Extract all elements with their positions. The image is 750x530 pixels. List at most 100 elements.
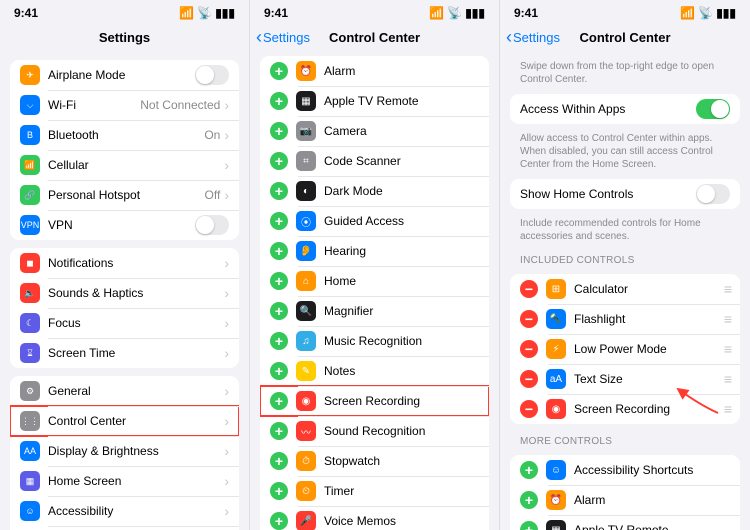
add-button[interactable]: +: [270, 92, 288, 110]
control-row[interactable]: +〰︎Sound Recognition: [260, 416, 489, 446]
row-label: Sound Recognition: [324, 424, 479, 438]
row-label: General: [48, 384, 224, 398]
add-button[interactable]: +: [270, 422, 288, 440]
drag-handle-icon[interactable]: ≡: [724, 341, 730, 357]
included-row[interactable]: −🔦Flashlight≡: [510, 304, 740, 334]
settings-row[interactable]: VPNVPN: [10, 210, 239, 240]
row-label: Magnifier: [324, 304, 479, 318]
control-row[interactable]: +⦿Guided Access: [260, 206, 489, 236]
control-row[interactable]: +☺︎Accessibility Shortcuts: [510, 455, 740, 485]
add-button[interactable]: +: [520, 461, 538, 479]
add-button[interactable]: +: [520, 521, 538, 530]
settings-row[interactable]: ⌵Wi-FiNot Connected›: [10, 90, 239, 120]
drag-handle-icon[interactable]: ≡: [724, 281, 730, 297]
add-button[interactable]: +: [270, 332, 288, 350]
row-label: Text Size: [574, 372, 724, 386]
add-button[interactable]: +: [270, 392, 288, 410]
chevron-right-icon: ›: [224, 383, 229, 399]
status-bar: 9:41 📶 📡 ▮▮▮: [500, 0, 750, 22]
settings-row[interactable]: BBluetoothOn›: [10, 120, 239, 150]
control-row[interactable]: +▦Apple TV Remote: [510, 515, 740, 530]
row-access-within-apps[interactable]: Access Within Apps: [510, 94, 740, 124]
group-home-controls: Show Home Controls: [510, 179, 740, 209]
row-show-home-controls[interactable]: Show Home Controls: [510, 179, 740, 209]
add-button[interactable]: +: [270, 212, 288, 230]
add-button[interactable]: +: [270, 512, 288, 530]
app-icon: AA: [20, 441, 40, 461]
settings-row[interactable]: ☾Focus›: [10, 308, 239, 338]
chevron-right-icon: ›: [224, 285, 229, 301]
control-row[interactable]: +✎Notes: [260, 356, 489, 386]
control-row[interactable]: +▦Apple TV Remote: [260, 86, 489, 116]
app-icon: ☺︎: [20, 501, 40, 521]
drag-handle-icon[interactable]: ≡: [724, 311, 730, 327]
included-row[interactable]: −⚡︎Low Power Mode≡: [510, 334, 740, 364]
add-button[interactable]: +: [270, 182, 288, 200]
control-row[interactable]: +📷Camera: [260, 116, 489, 146]
row-label: Flashlight: [574, 312, 724, 326]
chevron-left-icon: ‹: [256, 28, 262, 46]
drag-handle-icon[interactable]: ≡: [724, 371, 730, 387]
control-row[interactable]: +⏰Alarm: [510, 485, 740, 515]
add-button[interactable]: +: [270, 362, 288, 380]
add-button[interactable]: +: [520, 491, 538, 509]
chevron-right-icon: ›: [224, 127, 229, 143]
back-button[interactable]: ‹ Settings: [506, 28, 560, 46]
group-connectivity: ✈︎Airplane Mode⌵Wi-FiNot Connected›BBlue…: [10, 60, 239, 240]
add-button[interactable]: +: [270, 62, 288, 80]
control-icon: aA: [546, 369, 566, 389]
control-row[interactable]: +◉Screen Recording: [260, 386, 489, 416]
control-icon: 🎤: [296, 511, 316, 530]
control-row[interactable]: +⌗Code Scanner: [260, 146, 489, 176]
settings-row[interactable]: ▦Home Screen›: [10, 466, 239, 496]
settings-row[interactable]: ⋮⋮Control Center›: [10, 406, 239, 436]
control-icon: ◐: [296, 181, 316, 201]
control-row[interactable]: +⏲Timer: [260, 476, 489, 506]
control-row[interactable]: +👂Hearing: [260, 236, 489, 266]
row-label: Apple TV Remote: [574, 523, 730, 530]
remove-button[interactable]: −: [520, 280, 538, 298]
row-label: Apple TV Remote: [324, 94, 479, 108]
control-row[interactable]: +⌂Home: [260, 266, 489, 296]
settings-row[interactable]: ⚙︎General›: [10, 376, 239, 406]
remove-button[interactable]: −: [520, 370, 538, 388]
add-button[interactable]: +: [270, 302, 288, 320]
control-row[interactable]: +⏱Stopwatch: [260, 446, 489, 476]
toggle[interactable]: [696, 184, 730, 204]
control-row[interactable]: +🔍Magnifier: [260, 296, 489, 326]
control-icon: ✎: [296, 361, 316, 381]
toggle[interactable]: [195, 65, 229, 85]
control-row[interactable]: +🎤Voice Memos: [260, 506, 489, 530]
toggle[interactable]: [696, 99, 730, 119]
remove-button[interactable]: −: [520, 340, 538, 358]
drag-handle-icon[interactable]: ≡: [724, 401, 730, 417]
settings-row[interactable]: 🔈Sounds & Haptics›: [10, 278, 239, 308]
control-icon: ⏰: [546, 490, 566, 510]
settings-row[interactable]: 🔗Personal HotspotOff›: [10, 180, 239, 210]
settings-row[interactable]: AADisplay & Brightness›: [10, 436, 239, 466]
remove-button[interactable]: −: [520, 310, 538, 328]
toggle[interactable]: [195, 215, 229, 235]
settings-row[interactable]: 📶Cellular›: [10, 150, 239, 180]
add-button[interactable]: +: [270, 272, 288, 290]
remove-button[interactable]: −: [520, 400, 538, 418]
settings-row[interactable]: ◼︎Notifications›: [10, 248, 239, 278]
included-row[interactable]: −⊞Calculator≡: [510, 274, 740, 304]
add-button[interactable]: +: [270, 482, 288, 500]
included-row[interactable]: −◉Screen Recording≡: [510, 394, 740, 424]
add-button[interactable]: +: [270, 242, 288, 260]
control-row[interactable]: +♫Music Recognition: [260, 326, 489, 356]
battery-icon: ▮▮▮: [716, 6, 736, 20]
add-button[interactable]: +: [270, 152, 288, 170]
control-row[interactable]: +⏰Alarm: [260, 56, 489, 86]
add-button[interactable]: +: [270, 122, 288, 140]
included-row[interactable]: −aA Text Size≡: [510, 364, 740, 394]
settings-row[interactable]: ⌛︎Screen Time›: [10, 338, 239, 368]
control-row[interactable]: +◐Dark Mode: [260, 176, 489, 206]
settings-row[interactable]: ❀Wallpaper›: [10, 526, 239, 530]
add-button[interactable]: +: [270, 452, 288, 470]
control-icon: ⚡︎: [546, 339, 566, 359]
back-button[interactable]: ‹ Settings: [256, 28, 310, 46]
settings-row[interactable]: ☺︎Accessibility›: [10, 496, 239, 526]
settings-row[interactable]: ✈︎Airplane Mode: [10, 60, 239, 90]
